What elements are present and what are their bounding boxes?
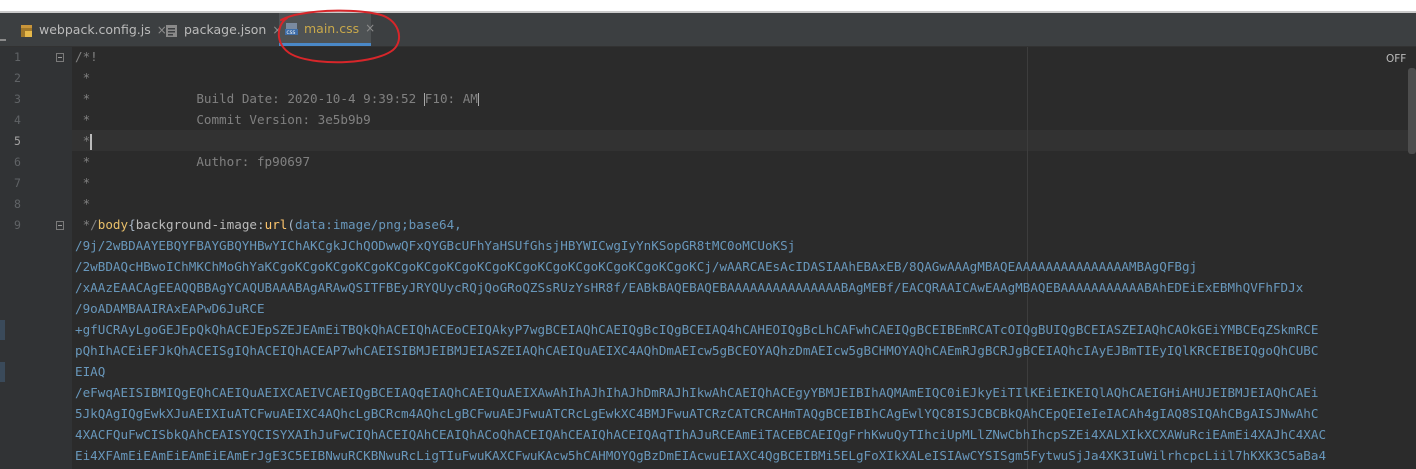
- line-number: 3: [14, 92, 21, 106]
- line-number: 2: [14, 71, 21, 85]
- fold-collapse-icon[interactable]: [56, 221, 64, 230]
- base64-line[interactable]: 4XACFQuFwCISbkQAhCEAISYQCISYXAIhJuFwCIQh…: [75, 424, 1326, 445]
- js-file-icon: [20, 23, 33, 37]
- code-line[interactable]: */body{background-image:url(data:image/p…: [75, 214, 462, 235]
- line-number: 8: [14, 197, 21, 211]
- code-line[interactable]: *: [75, 172, 91, 193]
- base64-line[interactable]: /2wBDAQcHBwoIChMKChMoGhYaKCgoKCgoKCgoKCg…: [75, 256, 1197, 277]
- window-top-strip: [0, 0, 1416, 13]
- line-number: 7: [14, 176, 21, 190]
- base64-line[interactable]: pQhIhACEiEFJkQhACEISgIQhACEIQhACEAP7whCA…: [75, 340, 1318, 361]
- tab-label: package.json: [184, 22, 267, 37]
- fold-collapse-icon[interactable]: [56, 53, 64, 62]
- css-property: background-image: [135, 217, 258, 232]
- css-colon: :: [257, 217, 265, 232]
- tab-scroll-indicator: [0, 39, 6, 41]
- code-line-current[interactable]: *: [75, 130, 93, 151]
- base64-line[interactable]: EIAQ: [75, 361, 105, 382]
- change-marker: [0, 362, 5, 382]
- css-function: url: [264, 217, 288, 232]
- text-cursor: [90, 133, 93, 150]
- line-number: 4: [14, 113, 21, 127]
- base64-line[interactable]: /eFwqAEISIBMIQgEQhCAEIQuAEIXCAEIVCAEIQgB…: [75, 382, 1318, 403]
- css-file-icon: CSS: [285, 21, 298, 36]
- base64-line[interactable]: /9oADAMBAAIRAxEAPwD6JuRCE: [75, 298, 265, 319]
- comment-end: */: [75, 217, 98, 232]
- code-line[interactable]: * Build Date: 2020-10-4 9:39:52 F10: AM: [75, 88, 479, 109]
- line-number: 6: [14, 155, 21, 169]
- css-url-value: data:image/png;base64,: [294, 217, 462, 232]
- line-number: 9: [14, 218, 21, 232]
- css-paren: (: [287, 217, 295, 232]
- base64-line[interactable]: Ei4XFAmEiEAmEiEAmEiEAmErJgE3C5EIBNwuRCKB…: [75, 445, 1326, 466]
- line-number-gutter: [0, 47, 72, 469]
- base64-line[interactable]: +gfUCRAyLgoGEJEpQkQhACEJEpSZEJEAmEiTBQkQ…: [75, 319, 1318, 340]
- vertical-scrollbar[interactable]: [1408, 68, 1416, 154]
- current-line-highlight: [72, 130, 1408, 151]
- svg-text:CSS: CSS: [287, 30, 296, 36]
- code-line[interactable]: * Author: fp90697: [75, 151, 310, 172]
- line-number: 1: [14, 50, 21, 64]
- tab-package-json[interactable]: package.json ×: [159, 13, 282, 46]
- change-marker: [0, 320, 5, 340]
- base64-line[interactable]: /xAAzEAACAgEEAQQBBAgYCAQUBAAABAgARAwQSIT…: [75, 277, 1303, 298]
- code-line[interactable]: *: [75, 193, 91, 214]
- css-brace: {: [128, 217, 136, 232]
- base64-line[interactable]: 5JkQAgIQgEwkXJuAEIXIuATCFwuAEIXC4AQhcLgB…: [75, 403, 1318, 424]
- css-selector: body: [97, 217, 129, 232]
- code-line[interactable]: * Commit Version: 3e5b9b9: [75, 109, 371, 130]
- code-line[interactable]: *: [75, 67, 91, 88]
- tab-label: main.css: [304, 20, 360, 36]
- text-caret-marker: [477, 93, 479, 106]
- json-file-icon: [165, 23, 178, 37]
- tab-webpack-config[interactable]: webpack.config.js ×: [14, 13, 167, 46]
- base64-line[interactable]: /9j/2wBDAAYEBQYFBAYGBQYHBwYIChAKCgkJChQO…: [75, 235, 795, 256]
- build-date-suffix: F10: AM: [424, 91, 478, 106]
- code-line[interactable]: /*!: [75, 46, 98, 67]
- close-icon[interactable]: ×: [365, 21, 375, 35]
- tab-label: webpack.config.js: [39, 22, 151, 37]
- code-text: *: [75, 91, 197, 106]
- tab-main-css[interactable]: CSS main.css ×: [279, 13, 375, 46]
- line-number-current: 5: [14, 134, 21, 148]
- editor-tab-bar: webpack.config.js × package.json × CSS m…: [0, 13, 1416, 47]
- build-date-text: Build Date: 2020-10-4 9:39:52: [196, 91, 424, 106]
- code-text: *: [75, 133, 91, 148]
- highlighting-status[interactable]: OFF: [1386, 53, 1406, 65]
